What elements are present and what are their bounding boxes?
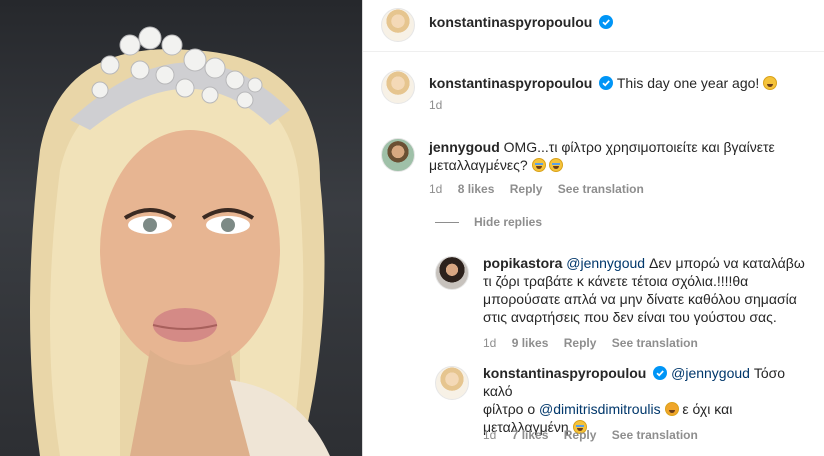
reply-likes[interactable]: 9 likes (512, 336, 549, 350)
reply-likes[interactable]: 7 likes (512, 428, 549, 442)
reply-username[interactable]: popikastora (483, 255, 562, 271)
reply-konstantinaspyropoulou: konstantinaspyropoulou @jennygoud Τόσο κ… (483, 364, 813, 436)
caption-timestamp[interactable]: 1d (429, 98, 442, 112)
reply-text-line2: τι ζόρι τραβάτε κ κάνετε τέτοια σχόλια.!… (483, 273, 749, 289)
caption-author-avatar[interactable] (381, 70, 415, 104)
comment-meta: 1d 8 likes Reply See translation (429, 182, 656, 196)
laughing-tears-emoji-icon (531, 158, 546, 172)
reply-mention-2[interactable]: @dimitrisdimitroulis (539, 401, 661, 417)
reply-timestamp[interactable]: 1d (483, 336, 496, 350)
reply-text-line2-pre: φίλτρο ο (483, 401, 536, 417)
caption: konstantinaspyropoulou This day one year… (429, 74, 778, 92)
thinking-face-emoji-icon (664, 402, 679, 416)
smiling-face-emoji-icon (763, 76, 778, 90)
reply-text-line1: Δεν μπορώ να καταλάβω (648, 255, 805, 271)
verified-icon (599, 15, 614, 29)
see-translation-button[interactable]: See translation (558, 182, 644, 196)
reply-avatar-popikastora[interactable] (435, 256, 469, 290)
comment-likes[interactable]: 8 likes (458, 182, 495, 196)
hide-replies-button[interactable]: Hide replies (474, 215, 542, 229)
author-username[interactable]: konstantinaspyropoulou (429, 14, 592, 30)
reply-mention[interactable]: @jennygoud (671, 365, 750, 381)
comment-reply-button[interactable]: Reply (510, 182, 543, 196)
comment-jennygoud: jennygoud OMG...τι φίλτρο χρησιμοποιείτε… (429, 138, 809, 174)
reply-avatar-konstantinaspyropoulou[interactable] (435, 366, 469, 400)
comments-panel: konstantinaspyropoulou konstantinaspyrop… (363, 0, 824, 456)
comment-text-line1: OMG...τι φίλτρο χρησιμοποιείτε και βγαίν… (503, 139, 775, 155)
reply-text-line2-post: ε όχι και (682, 401, 733, 417)
post-photo (0, 0, 362, 456)
reply-meta: 1d 7 likes Reply See translation (483, 428, 710, 442)
reply-reply-button[interactable]: Reply (564, 336, 597, 350)
reply-timestamp[interactable]: 1d (483, 428, 496, 442)
reply-popikastora: popikastora @jennygoud Δεν μπορώ να κατα… (483, 254, 813, 326)
caption-username[interactable]: konstantinaspyropoulou (429, 75, 592, 91)
verified-icon (599, 76, 614, 90)
reply-reply-button[interactable]: Reply (564, 428, 597, 442)
reply-text-line3: μπορούσατε απλά να μην δίνατε καθόλου ση… (483, 291, 797, 307)
reply-username[interactable]: konstantinaspyropoulou (483, 365, 646, 381)
hide-replies-line (435, 222, 459, 223)
laughing-tears-emoji-icon (549, 158, 564, 172)
reply-meta: 1d 9 likes Reply See translation (483, 336, 710, 350)
author-avatar[interactable] (381, 8, 415, 42)
post-photo-illustration (30, 26, 330, 456)
see-translation-button[interactable]: See translation (612, 336, 698, 350)
header-username-row: konstantinaspyropoulou (429, 14, 614, 30)
comment-text-line2: μεταλλαγμένες? (429, 157, 528, 173)
commenter-avatar[interactable] (381, 138, 415, 172)
see-translation-button[interactable]: See translation (612, 428, 698, 442)
caption-meta: 1d (429, 98, 454, 112)
caption-text: This day one year ago! (616, 75, 760, 91)
reply-text-line4: στις αναρτήσεις που δεν είναι του γούστο… (483, 309, 777, 325)
reply-mention[interactable]: @jennygoud (566, 255, 645, 271)
comment-username[interactable]: jennygoud (429, 139, 500, 155)
comment-timestamp[interactable]: 1d (429, 182, 442, 196)
post-header: konstantinaspyropoulou (363, 0, 824, 52)
verified-icon (653, 366, 668, 380)
